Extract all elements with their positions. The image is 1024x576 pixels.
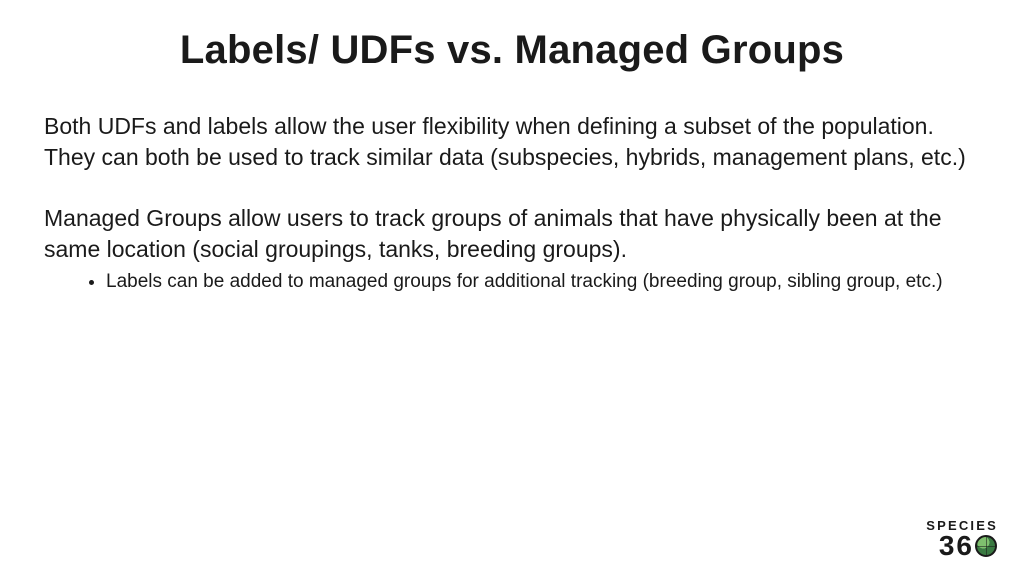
globe-icon	[975, 535, 997, 557]
species360-logo: SPECIES 3 6	[926, 519, 998, 560]
body-paragraph-1: Both UDFs and labels allow the user flex…	[44, 111, 980, 173]
logo-digit-6: 6	[956, 532, 973, 560]
sub-bullet-list: Labels can be added to managed groups fo…	[44, 269, 980, 295]
logo-digit-3: 3	[939, 532, 956, 560]
body-paragraph-2: Managed Groups allow users to track grou…	[44, 203, 980, 265]
logo-text-bottom: 3 6	[926, 532, 998, 560]
sub-bullet-item: Labels can be added to managed groups fo…	[106, 269, 980, 295]
slide-title: Labels/ UDFs vs. Managed Groups	[44, 28, 980, 73]
slide: Labels/ UDFs vs. Managed Groups Both UDF…	[0, 0, 1024, 576]
